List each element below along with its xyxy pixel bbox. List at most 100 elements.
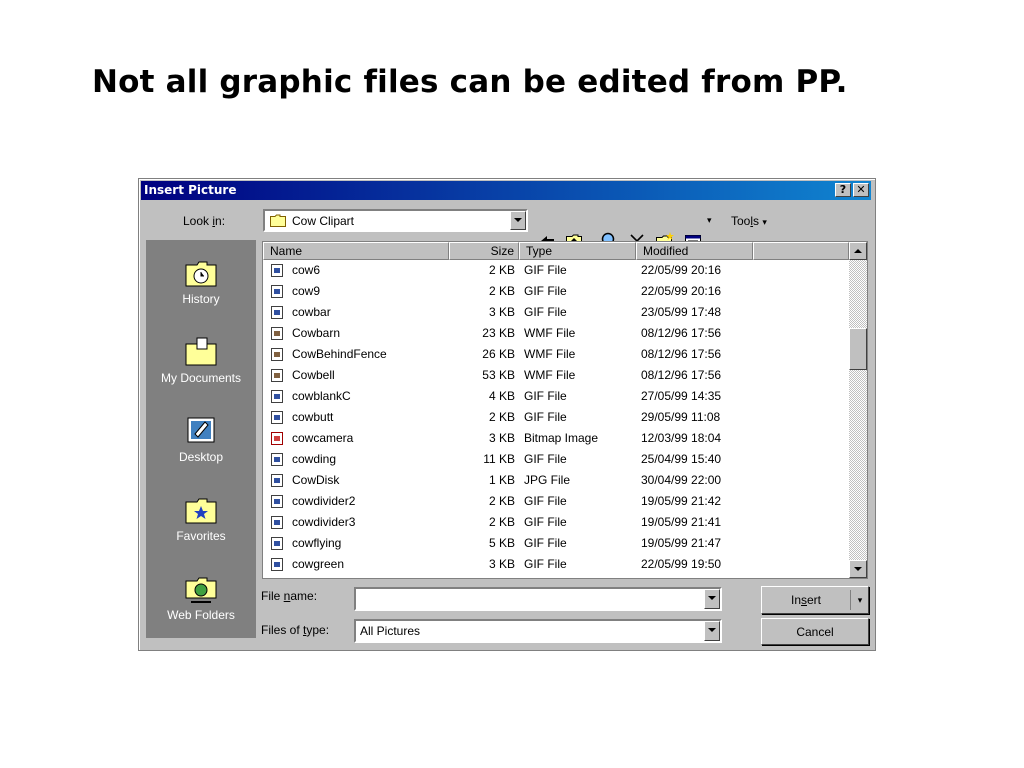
cancel-button[interactable]: Cancel: [761, 618, 869, 645]
image-file-icon: [271, 558, 283, 571]
file-modified-cell: 30/04/99 22:00: [641, 473, 722, 487]
wmf-file-icon: [271, 369, 283, 382]
file-list-scrollbar[interactable]: [849, 242, 867, 578]
insert-button[interactable]: Insert ▾: [761, 586, 869, 614]
my-documents-icon: [185, 337, 217, 366]
look-in-combo[interactable]: Cow Clipart: [263, 209, 528, 232]
file-type-cell: GIF File: [524, 557, 567, 571]
file-name-cell: cowcamera: [292, 431, 354, 445]
web-folders-icon: [185, 577, 217, 603]
image-file-icon: [271, 264, 283, 277]
table-row[interactable]: CowBehindFence 26 KB WMF File 08/12/96 17:5…: [263, 344, 849, 365]
files-of-type-combo[interactable]: All Pictures: [354, 619, 722, 643]
column-header-type[interactable]: Type: [519, 242, 636, 260]
file-name-cell: cowdivider3: [292, 515, 356, 529]
file-size-cell: 2 KB: [488, 263, 515, 277]
file-size-cell: 2 KB: [488, 410, 515, 424]
place-label: My Documents: [160, 371, 242, 385]
file-size-cell: 3 KB: [488, 557, 515, 571]
file-modified-cell: 22/05/99 19:50: [641, 557, 722, 571]
file-name-combo[interactable]: [354, 587, 722, 611]
insert-button-label: Insert: [790, 593, 822, 607]
file-name-dropdown-button[interactable]: [704, 589, 720, 609]
folder-icon: [270, 214, 286, 227]
image-file-icon: [271, 516, 283, 529]
scroll-up-button[interactable]: [849, 242, 867, 260]
table-row[interactable]: cow9 2 KB GIF File 22/05/99 20:16: [263, 281, 849, 302]
column-header-extra: [753, 242, 849, 260]
file-type-cell: GIF File: [524, 410, 567, 424]
file-type-cell: WMF File: [524, 326, 576, 340]
file-type-cell: Bitmap Image: [524, 431, 599, 445]
file-modified-cell: 22/05/99 20:16: [641, 263, 722, 277]
table-row[interactable]: cowdivider3 2 KB GIF File 19/05/99 21:41: [263, 512, 849, 533]
place-my-documents[interactable]: My Documents: [146, 335, 256, 385]
table-row[interactable]: cowblankC 4 KB GIF File 27/05/99 14:35: [263, 386, 849, 407]
file-modified-cell: 08/12/96 17:56: [641, 368, 722, 382]
file-size-cell: 3 KB: [488, 305, 515, 319]
column-header-name[interactable]: Name: [263, 242, 449, 260]
file-name-cell: CowDisk: [292, 473, 340, 487]
files-of-type-label: Files of type:: [261, 623, 330, 637]
column-header-size[interactable]: Size: [449, 242, 519, 260]
insert-options-caret[interactable]: ▾: [850, 590, 869, 610]
desktop-icon: [187, 417, 215, 443]
table-row[interactable]: cowbar 3 KB GIF File 23/05/99 17:48: [263, 302, 849, 323]
help-button[interactable]: ?: [835, 183, 851, 197]
file-modified-cell: 08/12/96 17:56: [641, 326, 722, 340]
column-header-modified[interactable]: Modified: [636, 242, 753, 260]
look-in-label: Look in:: [183, 214, 226, 228]
table-row[interactable]: cowgreen 3 KB GIF File 22/05/99 19:50: [263, 554, 849, 575]
file-type-cell: GIF File: [524, 536, 567, 550]
file-name-cell: cowgreen: [292, 557, 345, 571]
file-size-cell: 3 KB: [488, 431, 515, 445]
file-size-cell: 53 KB: [482, 368, 515, 382]
scroll-down-button[interactable]: [849, 560, 867, 578]
table-row[interactable]: Cowbell 53 KB WMF File 08/12/96 17:56: [263, 365, 849, 386]
place-label: Desktop: [178, 450, 224, 464]
file-modified-cell: 19/05/99 21:41: [641, 515, 722, 529]
close-button[interactable]: ✕: [853, 183, 869, 197]
file-type-cell: WMF File: [524, 368, 576, 382]
table-row[interactable]: cowding 11 KB GIF File 25/04/99 15:40: [263, 449, 849, 470]
table-row[interactable]: cowflying 5 KB GIF File 19/05/99 21:47: [263, 533, 849, 554]
file-modified-cell: 19/05/99 21:42: [641, 494, 722, 508]
place-history[interactable]: History: [146, 256, 256, 306]
file-size-cell: 1 KB: [488, 473, 515, 487]
table-row[interactable]: cowdivider2 2 KB GIF File 19/05/99 21:42: [263, 491, 849, 512]
wmf-file-icon: [271, 327, 283, 340]
table-row[interactable]: cow6 2 KB GIF File 22/05/99 20:16: [263, 260, 849, 281]
place-web-folders[interactable]: Web Folders: [146, 572, 256, 622]
file-name-cell: cowdivider2: [292, 494, 356, 508]
files-of-type-value: All Pictures: [360, 624, 421, 638]
file-size-cell: 4 KB: [488, 389, 515, 403]
file-size-cell: 2 KB: [488, 494, 515, 508]
place-label: Web Folders: [167, 608, 235, 622]
file-name-cell: cowbar: [292, 305, 331, 319]
file-type-cell: GIF File: [524, 263, 567, 277]
tools-menu[interactable]: Tools ▾: [731, 214, 767, 228]
file-name-cell: Cowbarn: [292, 326, 341, 340]
table-row[interactable]: cowbutt 2 KB GIF File 29/05/99 11:08: [263, 407, 849, 428]
file-name-cell: cowblankC: [292, 389, 351, 403]
file-modified-cell: 19/05/99 21:47: [641, 536, 722, 550]
file-name-cell: cow6: [292, 263, 321, 277]
file-type-cell: GIF File: [524, 515, 567, 529]
look-in-dropdown-button[interactable]: [510, 211, 526, 230]
table-row[interactable]: cowcamera 3 KB Bitmap Image 12/03/99 18:04: [263, 428, 849, 449]
file-name-label: File name:: [261, 589, 318, 603]
file-type-cell: WMF File: [524, 347, 576, 361]
image-file-icon: [271, 306, 283, 319]
dialog-titlebar[interactable]: Insert Picture ? ✕: [141, 181, 871, 200]
file-modified-cell: 29/05/99 11:08: [641, 410, 721, 424]
table-row[interactable]: CowDisk 1 KB JPG File 30/04/99 22:00: [263, 470, 849, 491]
table-row[interactable]: Cowbarn 23 KB WMF File 08/12/96 17:56: [263, 323, 849, 344]
files-of-type-dropdown-button[interactable]: [704, 621, 720, 641]
place-favorites[interactable]: Favorites: [146, 493, 256, 543]
place-label: History: [182, 292, 220, 306]
file-modified-cell: 12/03/99 18:04: [641, 431, 722, 445]
scroll-thumb[interactable]: [849, 328, 867, 370]
views-dropdown-caret[interactable]: ▾: [707, 215, 712, 226]
file-list[interactable]: Name Size Type Modified cow6 2 KB GIF File…: [262, 241, 868, 579]
place-desktop[interactable]: Desktop: [146, 414, 256, 464]
